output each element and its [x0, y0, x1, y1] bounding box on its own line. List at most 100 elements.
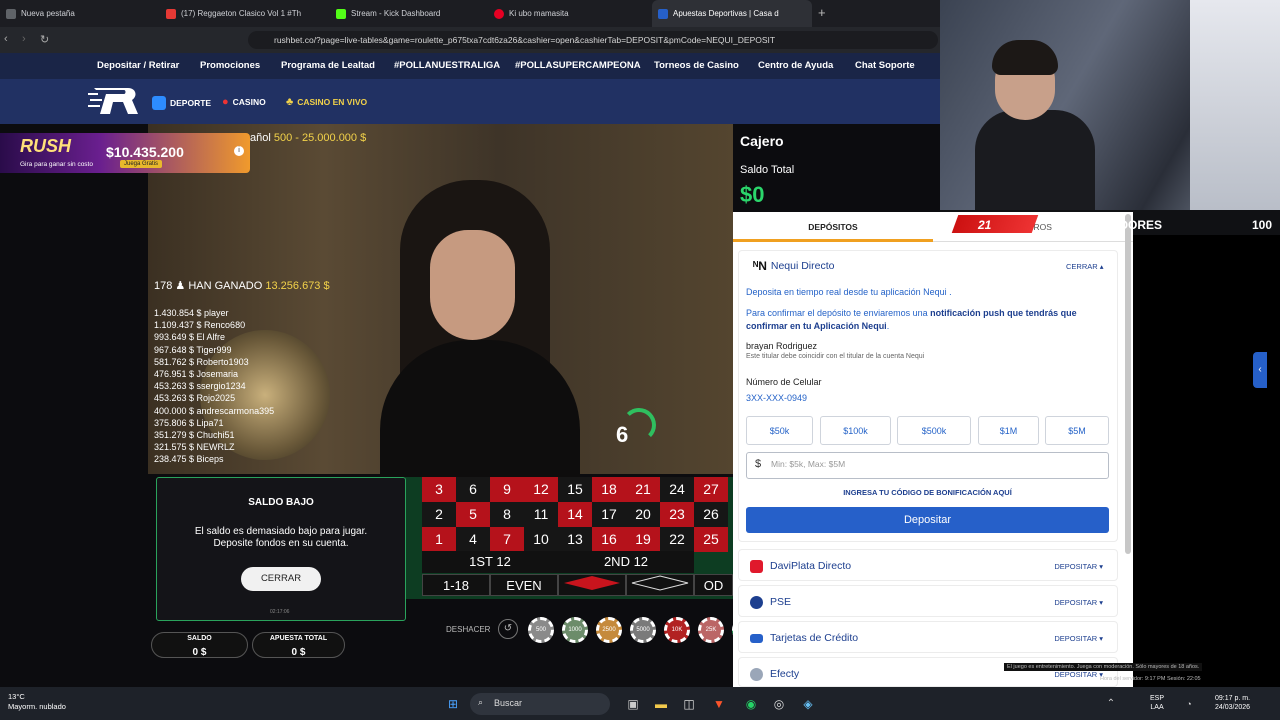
amount-500k[interactable]: $500k [897, 416, 971, 445]
obs-icon[interactable]: ◎ [768, 693, 790, 715]
nequi-header[interactable]: ᴺN Nequi Directo [753, 259, 835, 273]
store-icon[interactable]: ◫ [678, 693, 700, 715]
bet-number-5[interactable]: 5 [456, 502, 490, 527]
bonus-code-link[interactable]: INGRESA TU CÓDIGO DE BONIFICACIÓN AQUÍ [746, 488, 1109, 497]
whatsapp-icon[interactable]: ◉ [740, 693, 762, 715]
bet-number-7[interactable]: 7 [490, 527, 524, 552]
bet-number-4[interactable]: 4 [456, 527, 490, 552]
bet-number-13[interactable]: 13 [558, 527, 592, 552]
juega-gratis-badge[interactable]: Juega Gratis [120, 160, 163, 168]
bet-number-24[interactable]: 24 [660, 477, 694, 502]
tab-depositos[interactable]: DEPÓSITOS [733, 212, 933, 242]
bet-number-22[interactable]: 22 [660, 527, 694, 552]
bet-number-9[interactable]: 9 [490, 477, 524, 502]
bet-number-27[interactable]: 27 [694, 477, 728, 502]
tab-new[interactable]: Nueva pestaña [0, 0, 150, 27]
depositar-toggle[interactable]: DEPOSITAR ▾ [1054, 562, 1103, 571]
bet-number-19[interactable]: 19 [626, 527, 660, 552]
bet-dozen-1[interactable]: 1ST 12 [422, 551, 558, 573]
windows-start-icon[interactable]: ⊞ [442, 693, 464, 715]
nav-depositar[interactable]: Depositar / Retirar [97, 53, 179, 79]
deposit-button[interactable]: Depositar [746, 507, 1109, 533]
nav-casino-vivo[interactable]: ♣ CASINO EN VIVO [286, 96, 367, 108]
tab-kick[interactable]: Stream - Kick Dashboard [330, 0, 490, 27]
tab-pinterest[interactable]: Ki ubo mamasita [488, 0, 648, 27]
taskbar-clock[interactable]: 09:17 p. m. 24/03/2026 [1215, 694, 1250, 712]
reload-icon[interactable]: ↻ [40, 33, 49, 46]
task-view-icon[interactable]: ▣ [622, 693, 644, 715]
nav-pollasupercampeona[interactable]: #POLLASUPERCAMPEONA [515, 53, 641, 79]
bet-number-3[interactable]: 3 [422, 477, 456, 502]
bet-number-16[interactable]: 16 [592, 527, 626, 552]
tray-icon[interactable]: ⌃ [1100, 693, 1122, 715]
depositar-toggle[interactable]: DEPOSITAR ▾ [1054, 670, 1103, 679]
bet-number-23[interactable]: 23 [660, 502, 694, 527]
file-explorer-icon[interactable]: ▬ [650, 693, 672, 715]
chip-5000[interactable]: 5000 [630, 617, 656, 643]
nav-lealtad[interactable]: Programa de Lealtad [281, 53, 375, 79]
amount-input[interactable]: $ Min: $5k, Max: $5M [746, 452, 1109, 479]
bet-number-6[interactable]: 6 [456, 477, 490, 502]
cashier-scrollbar[interactable] [1125, 214, 1131, 554]
method-pse[interactable]: PSE DEPOSITAR ▾ [738, 585, 1118, 617]
method-daviplata[interactable]: DaviPlata Directo DEPOSITAR ▾ [738, 549, 1118, 581]
nav-pollanuestraliga[interactable]: #POLLANUESTRALIGA [394, 53, 500, 79]
side-panel-toggle[interactable]: ‹ [1253, 352, 1267, 388]
nav-torneos[interactable]: Torneos de Casino [654, 53, 739, 79]
bet-number-21[interactable]: 21 [626, 477, 660, 502]
bet-odd[interactable]: OD [694, 574, 733, 596]
depositar-toggle[interactable]: DEPOSITAR ▾ [1054, 598, 1103, 607]
bet-number-1[interactable]: 1 [422, 527, 456, 552]
depositar-toggle[interactable]: DEPOSITAR ▾ [1054, 634, 1103, 643]
bet-dozen-2[interactable]: 2ND 12 [558, 551, 694, 573]
bet-number-2[interactable]: 2 [422, 502, 456, 527]
chip-25k[interactable]: 25K [698, 617, 724, 643]
bet-number-26[interactable]: 26 [694, 502, 728, 527]
info-icon[interactable]: i [234, 146, 244, 156]
nav-deporte[interactable]: DEPORTE [152, 96, 211, 110]
amount-5m[interactable]: $5M [1045, 416, 1109, 445]
rushbet-logo[interactable] [88, 86, 140, 116]
weather-widget[interactable]: 13°C Mayorm. nublado [8, 692, 66, 712]
chip-1000[interactable]: 1000 [562, 617, 588, 643]
bet-number-14[interactable]: 14 [558, 502, 592, 527]
bet-even[interactable]: EVEN [490, 574, 558, 596]
brave-icon[interactable]: ▼ [708, 693, 730, 715]
steam-icon[interactable]: ◈ [797, 693, 819, 715]
url-field[interactable]: rushbet.co/?page=live-tables&game=roulet… [248, 31, 938, 49]
method-tarjetas[interactable]: Tarjetas de Crédito DEPOSITAR ▾ [738, 621, 1118, 653]
nequi-cerrar-toggle[interactable]: CERRAR ▴ [1066, 262, 1104, 271]
bet-number-8[interactable]: 8 [490, 502, 524, 527]
amount-1m[interactable]: $1M [978, 416, 1039, 445]
bet-number-12[interactable]: 12 [524, 477, 558, 502]
new-tab-button[interactable]: + [818, 5, 826, 20]
taskbar-search[interactable]: ⌕ Buscar [470, 693, 610, 715]
bet-red[interactable] [558, 574, 626, 596]
amount-100k[interactable]: $100k [820, 416, 891, 445]
language-indicator[interactable]: ESP LAA [1150, 694, 1164, 712]
chip-10k[interactable]: 10K [664, 617, 690, 643]
chip-2500[interactable]: 2500 [596, 617, 622, 643]
bet-low[interactable]: 1-18 [422, 574, 490, 596]
bet-number-18[interactable]: 18 [592, 477, 626, 502]
back-icon[interactable]: ‹ [4, 33, 8, 45]
nav-casino[interactable]: ● CASINO [222, 96, 266, 108]
bet-number-25[interactable]: 25 [694, 527, 728, 552]
dialog-close-button[interactable]: CERRAR [241, 567, 321, 591]
nav-chat[interactable]: Chat Soporte [855, 53, 915, 79]
tab-youtube[interactable]: (17) Reggaeton Clasico Vol 1 #Th [160, 0, 328, 27]
bet-number-20[interactable]: 20 [626, 502, 660, 527]
bet-number-15[interactable]: 15 [558, 477, 592, 502]
bet-number-17[interactable]: 17 [592, 502, 626, 527]
bet-number-10[interactable]: 10 [524, 527, 558, 552]
nav-promociones[interactable]: Promociones [200, 53, 260, 79]
method-efecty[interactable]: Efecty DEPOSITAR ▾ [738, 657, 1118, 687]
nav-ayuda[interactable]: Centro de Ayuda [758, 53, 833, 79]
undo-button[interactable]: DESHACER [446, 625, 490, 634]
forward-icon[interactable]: › [22, 33, 26, 45]
bet-number-11[interactable]: 11 [524, 502, 558, 527]
wifi-icon[interactable]: ◔ [1178, 693, 1200, 715]
chip-500[interactable]: 500 [528, 617, 554, 643]
amount-50k[interactable]: $50k [746, 416, 813, 445]
undo-icon[interactable]: ↺ [498, 619, 518, 639]
